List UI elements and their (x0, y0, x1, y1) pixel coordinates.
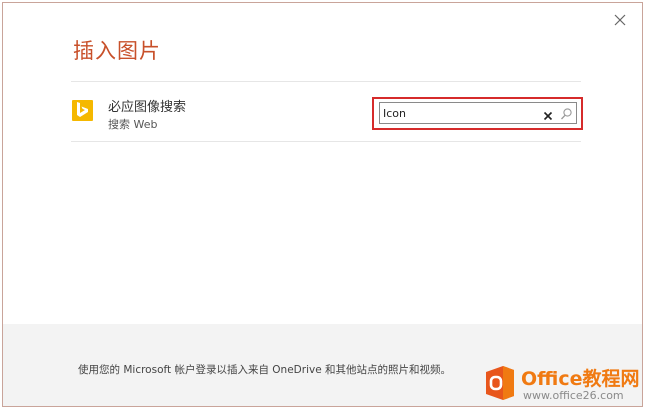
divider (71, 81, 581, 82)
clear-button[interactable] (542, 107, 554, 121)
insert-pictures-dialog: 插入图片 必应图像搜索 搜索 Web 使用您的 Microsoft 帐户登录以插… (2, 2, 643, 407)
close-icon (614, 14, 626, 26)
watermark: Office教程网 www.office26.com (483, 360, 649, 406)
footer-text: 使用您的 Microsoft 帐户登录以插入来自 OneDrive 和其他站点的… (78, 364, 452, 376)
provider-subtitle: 搜索 Web (108, 118, 158, 131)
watermark-url: www.office26.com (523, 389, 624, 402)
provider-name[interactable]: 必应图像搜索 (108, 96, 186, 115)
search-box[interactable] (379, 102, 577, 124)
close-button[interactable] (612, 12, 628, 28)
search-input[interactable] (383, 104, 533, 122)
office-logo-icon (486, 366, 514, 400)
bing-logo-icon (72, 100, 93, 121)
search-icon (561, 108, 572, 120)
divider (71, 141, 581, 142)
search-button[interactable] (560, 106, 573, 120)
watermark-title: Office教程网 (521, 368, 640, 390)
dialog-title: 插入图片 (73, 39, 161, 63)
clear-icon (543, 111, 553, 121)
